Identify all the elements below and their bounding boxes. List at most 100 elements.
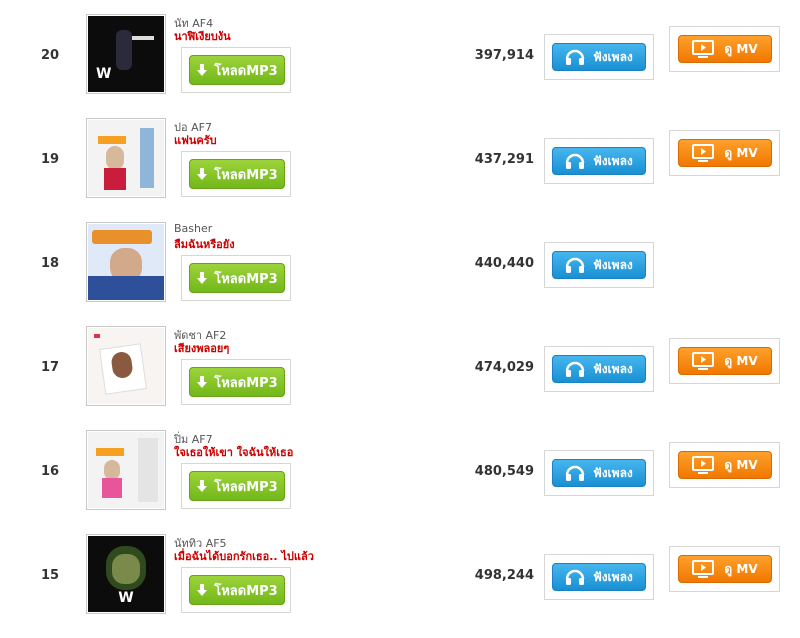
download-mp3-button[interactable]: โหลดMP3 bbox=[189, 575, 285, 605]
download-mp3-button[interactable]: โหลดMP3 bbox=[189, 367, 285, 397]
play-count: 437,291 bbox=[474, 152, 534, 167]
download-label: โหลดMP3 bbox=[214, 479, 278, 495]
rank-number: 17 bbox=[40, 360, 60, 375]
album-cover[interactable] bbox=[86, 222, 166, 302]
download-mp3-button[interactable]: โหลดMP3 bbox=[189, 55, 285, 85]
album-cover[interactable] bbox=[86, 430, 166, 510]
mv-box: ดู MV bbox=[669, 338, 780, 384]
w-logo-icon: W bbox=[96, 66, 112, 82]
headphones-icon bbox=[565, 257, 585, 273]
video-screen-icon bbox=[692, 456, 715, 474]
play-count: 397,914 bbox=[474, 48, 534, 63]
download-mp3-button[interactable]: โหลดMP3 bbox=[189, 471, 285, 501]
mv-prefix: ดู bbox=[724, 41, 733, 56]
listen-box: ฟังเพลง bbox=[544, 242, 654, 288]
listen-label: ฟังเพลง bbox=[593, 49, 633, 64]
artist-name: Basher bbox=[174, 222, 213, 235]
download-arrow-icon bbox=[197, 63, 208, 76]
song-title[interactable]: นาฬิเงียบงัน bbox=[174, 27, 231, 45]
mv-prefix: ดู bbox=[724, 353, 733, 368]
listen-button[interactable]: ฟังเพลง bbox=[552, 563, 646, 591]
download-label: โหลดMP3 bbox=[214, 63, 278, 79]
chart-row: 18 Basher ลืมฉันหรือยัง โหลดMP3 440,440 … bbox=[0, 222, 800, 326]
download-arrow-icon bbox=[197, 479, 208, 492]
play-count: 480,549 bbox=[474, 464, 534, 479]
headphones-icon bbox=[565, 49, 585, 65]
watch-mv-button[interactable]: ดู MV bbox=[678, 555, 772, 583]
watch-mv-button[interactable]: ดู MV bbox=[678, 451, 772, 479]
mv-label: MV bbox=[736, 561, 758, 576]
watch-mv-button[interactable]: ดู MV bbox=[678, 347, 772, 375]
download-box: โหลดMP3 bbox=[181, 151, 291, 197]
listen-box: ฟังเพลง bbox=[544, 450, 654, 496]
listen-box: ฟังเพลง bbox=[544, 138, 654, 184]
headphones-icon bbox=[565, 153, 585, 169]
play-count: 440,440 bbox=[474, 256, 534, 271]
mv-label: MV bbox=[736, 41, 758, 56]
video-screen-icon bbox=[692, 352, 715, 370]
download-box: โหลดMP3 bbox=[181, 255, 291, 301]
download-label: โหลดMP3 bbox=[214, 167, 278, 183]
video-screen-icon bbox=[692, 144, 715, 162]
watch-mv-button[interactable]: ดู MV bbox=[678, 35, 772, 63]
mv-prefix: ดู bbox=[724, 145, 733, 160]
listen-box: ฟังเพลง bbox=[544, 346, 654, 392]
chart-row: 20 W นัท AF4 นาฬิเงียบงัน โหลดMP3 397,91… bbox=[0, 14, 800, 118]
listen-label: ฟังเพลง bbox=[593, 153, 633, 168]
download-arrow-icon bbox=[197, 583, 208, 596]
listen-button[interactable]: ฟังเพลง bbox=[552, 43, 646, 71]
listen-button[interactable]: ฟังเพลง bbox=[552, 251, 646, 279]
mv-label: MV bbox=[736, 353, 758, 368]
listen-label: ฟังเพลง bbox=[593, 257, 633, 272]
download-box: โหลดMP3 bbox=[181, 359, 291, 405]
song-title[interactable]: แฟนครับ bbox=[174, 131, 217, 149]
song-title[interactable]: เสียงพลอยๆ bbox=[174, 339, 229, 357]
listen-button[interactable]: ฟังเพลง bbox=[552, 147, 646, 175]
listen-box: ฟังเพลง bbox=[544, 554, 654, 600]
album-cover[interactable]: W bbox=[86, 534, 166, 614]
download-arrow-icon bbox=[197, 271, 208, 284]
chart-row: 17 พัดชา AF2 เสียงพลอยๆ โหลดMP3 474,029 … bbox=[0, 326, 800, 430]
listen-label: ฟังเพลง bbox=[593, 465, 633, 480]
play-count: 498,244 bbox=[474, 568, 534, 583]
headphones-icon bbox=[565, 361, 585, 377]
rank-number: 20 bbox=[40, 48, 60, 63]
song-title[interactable]: เมื่อฉันได้บอกรักเธอ.. ไปแล้ว bbox=[174, 547, 314, 565]
mv-box: ดู MV bbox=[669, 442, 780, 488]
download-arrow-icon bbox=[197, 375, 208, 388]
download-mp3-button[interactable]: โหลดMP3 bbox=[189, 159, 285, 189]
chart-row: 19 ปอ AF7 แฟนครับ โหลดMP3 437,291 ฟังเพล… bbox=[0, 118, 800, 222]
rank-number: 18 bbox=[40, 256, 60, 271]
download-label: โหลดMP3 bbox=[214, 583, 278, 599]
listen-label: ฟังเพลง bbox=[593, 361, 633, 376]
headphones-icon bbox=[565, 569, 585, 585]
download-mp3-button[interactable]: โหลดMP3 bbox=[189, 263, 285, 293]
chart-row: 15 W นัททิว AF5 เมื่อฉันได้บอกรักเธอ.. ไ… bbox=[0, 534, 800, 638]
chart-row: 16 ปิ่ม AF7 ใจเธอให้เขา ใจฉันให้เธอ โหลด… bbox=[0, 430, 800, 534]
album-cover[interactable] bbox=[86, 326, 166, 406]
song-title[interactable]: ใจเธอให้เขา ใจฉันให้เธอ bbox=[174, 443, 293, 461]
rank-number: 15 bbox=[40, 568, 60, 583]
mv-label: MV bbox=[736, 457, 758, 472]
headphones-icon bbox=[565, 465, 585, 481]
mv-box: ดู MV bbox=[669, 130, 780, 176]
mv-box: ดู MV bbox=[669, 26, 780, 72]
watch-mv-button[interactable]: ดู MV bbox=[678, 139, 772, 167]
album-cover[interactable]: W bbox=[86, 14, 166, 94]
listen-label: ฟังเพลง bbox=[593, 569, 633, 584]
download-label: โหลดMP3 bbox=[214, 375, 278, 391]
rank-number: 16 bbox=[40, 464, 60, 479]
album-cover[interactable] bbox=[86, 118, 166, 198]
download-box: โหลดMP3 bbox=[181, 567, 291, 613]
download-box: โหลดMP3 bbox=[181, 463, 291, 509]
video-screen-icon bbox=[692, 560, 715, 578]
download-box: โหลดMP3 bbox=[181, 47, 291, 93]
listen-button[interactable]: ฟังเพลง bbox=[552, 459, 646, 487]
rank-number: 19 bbox=[40, 152, 60, 167]
listen-button[interactable]: ฟังเพลง bbox=[552, 355, 646, 383]
w-logo-icon: W bbox=[118, 590, 134, 606]
video-screen-icon bbox=[692, 40, 715, 58]
mv-box: ดู MV bbox=[669, 546, 780, 592]
song-title[interactable]: ลืมฉันหรือยัง bbox=[174, 235, 235, 253]
mv-prefix: ดู bbox=[724, 457, 733, 472]
